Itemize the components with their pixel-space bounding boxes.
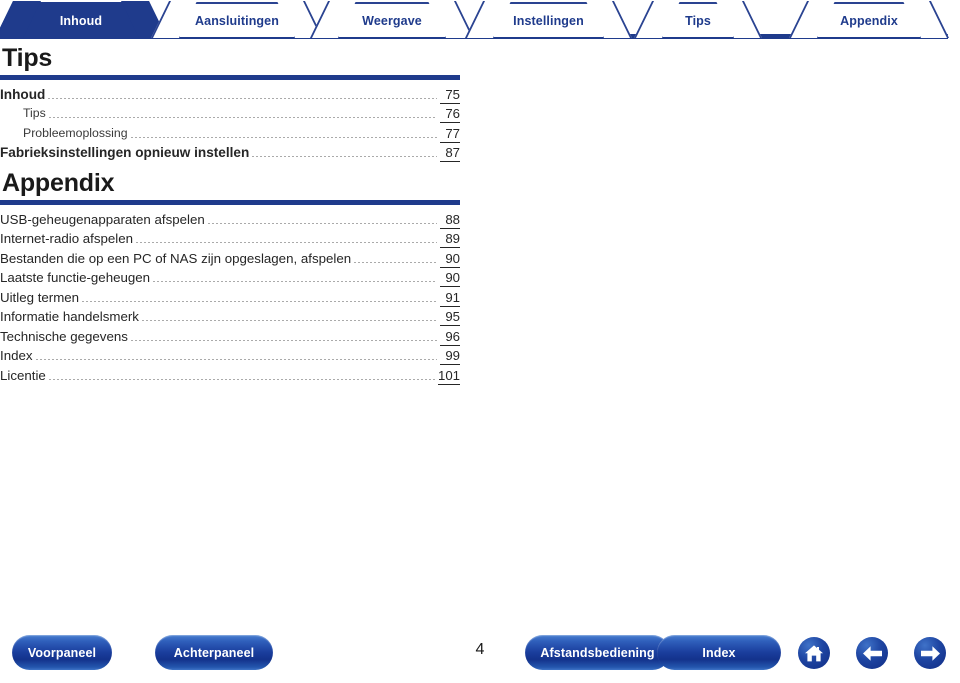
- tab-bar: Inhoud Aansluitingen Weergave Instelling…: [0, 0, 960, 40]
- section-heading-appendix: Appendix: [2, 169, 115, 197]
- tab-label: Inhoud: [59, 13, 103, 28]
- home-icon[interactable]: [798, 637, 830, 669]
- toc-entry-label: Tips: [23, 106, 46, 120]
- footer-button-afstandsbediening[interactable]: Afstandsbediening: [525, 635, 670, 670]
- tab-instellingen[interactable]: Instellingen: [492, 2, 605, 37]
- toc-entry-page[interactable]: 91: [440, 290, 460, 307]
- section-appendix: Appendix USB-geheugenapparaten afspelen …: [0, 162, 960, 385]
- section-rule: [0, 200, 460, 205]
- toc-entry-page[interactable]: 90: [440, 270, 460, 287]
- tab-tips[interactable]: Tips: [661, 2, 735, 37]
- tab-label: Appendix: [840, 13, 898, 28]
- document-page: Inhoud Aansluitingen Weergave Instelling…: [0, 0, 960, 683]
- toc-entry-label: Index: [0, 348, 33, 363]
- toc-entry-page[interactable]: 87: [440, 145, 460, 162]
- toc-entry-page[interactable]: 75: [440, 87, 460, 104]
- toc-list-appendix: USB-geheugenapparaten afspelen 88 Intern…: [0, 208, 960, 385]
- toc-entry[interactable]: Tips 76: [0, 104, 460, 123]
- toc-entry-page[interactable]: 77: [440, 126, 460, 143]
- toc-entry-label: Laatste functie-geheugen: [0, 270, 151, 285]
- toc-entry[interactable]: Technische gegevens 96: [0, 326, 460, 346]
- toc-entry-page[interactable]: 88: [440, 212, 460, 229]
- arrow-right-icon[interactable]: [914, 637, 946, 669]
- toc-entry-label: Informatie handelsmerk: [0, 309, 139, 324]
- toc-entry[interactable]: USB-geheugenapparaten afspelen 88: [0, 209, 460, 229]
- toc-entry[interactable]: Index 99: [0, 346, 460, 365]
- toc-entry-label: Technische gegevens: [0, 328, 128, 344]
- footer-button-index[interactable]: Index: [657, 635, 781, 670]
- toc-entry[interactable]: Bestanden die op een PC of NAS zijn opge…: [0, 248, 460, 268]
- footer-button-label: Achterpaneel: [173, 645, 255, 660]
- toc-entry-page[interactable]: 76: [440, 106, 460, 123]
- toc-leader: [81, 299, 437, 303]
- section-tips: Tips Inhoud 75 Tips 76 Probleemoplossing…: [0, 40, 960, 162]
- toc-leader: [129, 135, 437, 139]
- page-content: Tips Inhoud 75 Tips 76 Probleemoplossing…: [0, 40, 960, 385]
- toc-leader: [34, 358, 437, 361]
- tab-appendix[interactable]: Appendix: [816, 2, 922, 37]
- toc-entry-label: Uitleg termen: [0, 289, 80, 305]
- toc-leader: [47, 96, 437, 100]
- toc-leader: [47, 116, 437, 119]
- tab-label: Aansluitingen: [195, 13, 279, 28]
- tab-label: Instellingen: [513, 13, 584, 28]
- section-heading-tips: Tips: [2, 44, 53, 72]
- toc-entry-page[interactable]: 90: [440, 251, 460, 268]
- toc-entry[interactable]: Fabrieksinstellingen opnieuw instellen 8…: [0, 143, 460, 162]
- toc-leader: [47, 377, 435, 381]
- tab-label: Tips: [685, 13, 711, 28]
- toc-leader: [251, 155, 437, 158]
- toc-entry[interactable]: Laatste functie-geheugen 90: [0, 268, 460, 287]
- toc-entry-page[interactable]: 99: [440, 348, 460, 365]
- toc-entry-label: Fabrieksinstellingen opnieuw instellen: [0, 145, 250, 160]
- toc-entry[interactable]: Inhoud 75: [0, 84, 460, 104]
- footer-button-label: Voorpaneel: [27, 645, 97, 660]
- toc-entry-page[interactable]: 101: [437, 368, 460, 385]
- toc-entry-label: Internet-radio afspelen: [0, 231, 134, 246]
- footer-button-achterpaneel[interactable]: Achterpaneel: [155, 635, 273, 670]
- toc-entry[interactable]: Probleemoplossing 77: [0, 123, 460, 143]
- toc-entry-page[interactable]: 95: [440, 309, 460, 326]
- toc-entry-label: Licentie: [0, 367, 46, 383]
- footer-navigation: 4 Voorpaneel Achterpaneel Afstandsbedien…: [0, 633, 960, 683]
- toc-entry[interactable]: Informatie handelsmerk 95: [0, 307, 460, 326]
- toc-entry-label: Probleemoplossing: [23, 125, 128, 140]
- tab-label: Weergave: [362, 13, 422, 28]
- toc-entry[interactable]: Licentie 101: [0, 365, 460, 385]
- tab-inhoud[interactable]: Inhoud: [22, 2, 140, 37]
- toc-entry[interactable]: Internet-radio afspelen 89: [0, 229, 460, 248]
- toc-list-tips: Inhoud 75 Tips 76 Probleemoplossing 77 F…: [0, 83, 960, 162]
- tab-aansluitingen[interactable]: Aansluitingen: [178, 2, 296, 37]
- toc-leader: [140, 319, 437, 322]
- toc-leader: [135, 241, 437, 244]
- toc-entry-label: Bestanden die op een PC of NAS zijn opge…: [0, 250, 352, 266]
- toc-entry-label: USB-geheugenapparaten afspelen: [0, 211, 205, 227]
- toc-leader: [353, 260, 437, 264]
- toc-leader: [129, 338, 437, 342]
- footer-button-label: Afstandsbediening: [540, 645, 655, 660]
- tab-weergave[interactable]: Weergave: [337, 2, 447, 37]
- toc-entry-label: Inhoud: [0, 86, 46, 102]
- arrow-left-icon[interactable]: [856, 637, 888, 669]
- footer-button-label: Index: [702, 645, 736, 660]
- toc-entry-page[interactable]: 96: [440, 329, 460, 346]
- section-rule: [0, 75, 460, 80]
- toc-leader: [152, 280, 437, 283]
- toc-entry-page[interactable]: 89: [440, 231, 460, 248]
- footer-button-voorpaneel[interactable]: Voorpaneel: [12, 635, 112, 670]
- toc-entry[interactable]: Uitleg termen 91: [0, 287, 460, 307]
- toc-leader: [206, 221, 437, 225]
